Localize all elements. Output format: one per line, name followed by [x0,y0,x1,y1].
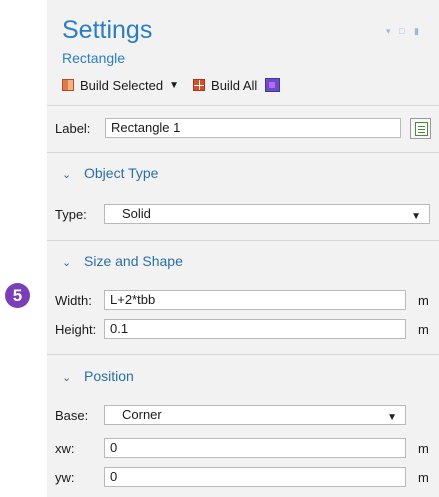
window-dropdown-icon[interactable]: ▾ [386,26,391,37]
section-title: Size and Shape [84,253,183,269]
yw-label: yw: [55,470,75,485]
height-field[interactable]: 0.1 [104,319,406,339]
xw-field[interactable]: 0 [104,438,406,458]
section-position[interactable]: ⌄ Position [62,368,134,384]
xw-label: xw: [55,441,75,456]
section-title: Position [84,368,134,384]
base-label: Base: [55,408,89,423]
notepad-icon [415,122,428,136]
divider [47,152,439,153]
chevron-down-icon: ⌄ [62,257,72,269]
node-type-subtitle: Rectangle [62,50,126,66]
section-object-type[interactable]: ⌄ Object Type [62,165,158,181]
chevron-down-icon: ⌄ [62,372,72,384]
width-field[interactable]: L+2*tbb [104,290,406,310]
type-select-value: Solid [122,206,151,221]
build-all-icon[interactable] [193,79,206,91]
build-selected-button[interactable]: Build Selected [80,78,163,93]
step-badge: 5 [5,283,30,308]
type-select[interactable]: Solid ▼ [104,204,430,224]
chevron-down-icon: ▼ [411,211,421,222]
xw-unit: m [418,441,429,456]
page-title: Settings [62,16,153,44]
label-field[interactable]: Rectangle 1 [105,118,401,138]
divider [47,354,439,355]
divider [47,105,439,106]
label-caption: Label: [55,121,91,136]
width-label: Width: [55,293,92,308]
yw-field[interactable]: 0 [104,467,406,487]
pin-icon[interactable]: ▮ [414,26,419,37]
section-title: Object Type [84,165,159,181]
build-selected-icon[interactable] [62,79,74,91]
height-label: Height: [55,322,97,337]
comment-button[interactable] [410,118,431,139]
chevron-down-icon: ⌄ [62,169,72,181]
height-unit: m [418,322,429,337]
type-label: Type: [55,207,87,222]
chevron-down-icon[interactable]: ▼ [169,80,179,91]
divider [47,240,439,241]
build-toolbar: Build Selected ▼ Build All [62,75,286,95]
build-preceding-icon[interactable] [265,78,281,92]
section-size-and-shape[interactable]: ⌄ Size and Shape [62,253,183,269]
build-all-button[interactable]: Build All [211,78,257,93]
chevron-down-icon: ▼ [387,412,397,423]
yw-unit: m [418,470,429,485]
base-select-value: Corner [122,407,162,422]
width-unit: m [418,293,429,308]
maximize-icon[interactable]: □ [399,26,404,36]
base-select[interactable]: Corner ▼ [104,405,406,425]
